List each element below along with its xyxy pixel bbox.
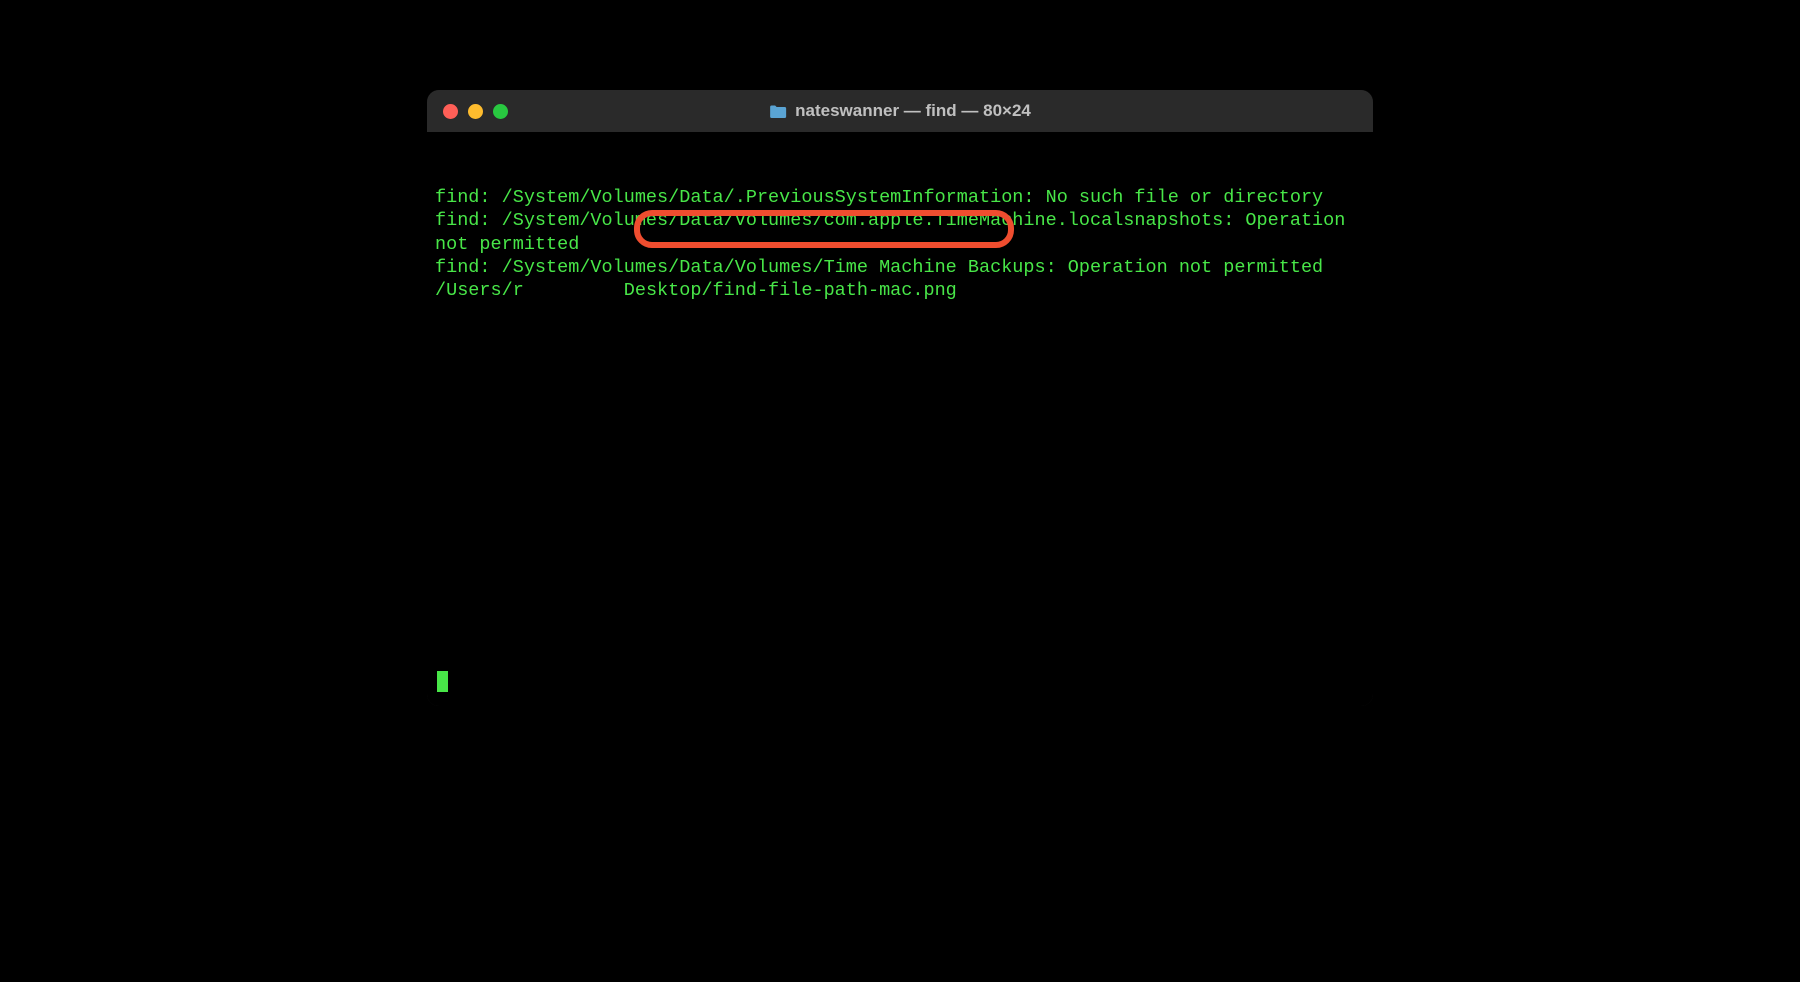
terminal-window: nateswanner — find — 80×24 find: /System… — [427, 90, 1373, 706]
minimize-button[interactable] — [468, 104, 483, 119]
terminal-cursor — [437, 671, 448, 692]
terminal-body[interactable]: find: /System/Volumes/Data/.PreviousSyst… — [427, 132, 1373, 706]
maximize-button[interactable] — [493, 104, 508, 119]
terminal-output-line: /Users/r — [435, 280, 624, 301]
terminal-output-line: find: /System/Volumes/Data/Volumes/Time … — [435, 256, 1365, 279]
terminal-output-line: find: /System/Volumes/Data/.PreviousSyst… — [435, 186, 1365, 209]
terminal-output-line: find: /System/Volumes/Data/Volumes/com.a… — [435, 209, 1365, 255]
terminal-output-highlight: Desktop/find-file-path-mac.png — [624, 280, 957, 301]
title-bar: nateswanner — find — 80×24 — [427, 90, 1373, 132]
traffic-lights — [443, 104, 508, 119]
folder-icon — [769, 104, 787, 119]
window-title-container: nateswanner — find — 80×24 — [769, 101, 1031, 121]
close-button[interactable] — [443, 104, 458, 119]
window-title: nateswanner — find — 80×24 — [795, 101, 1031, 121]
